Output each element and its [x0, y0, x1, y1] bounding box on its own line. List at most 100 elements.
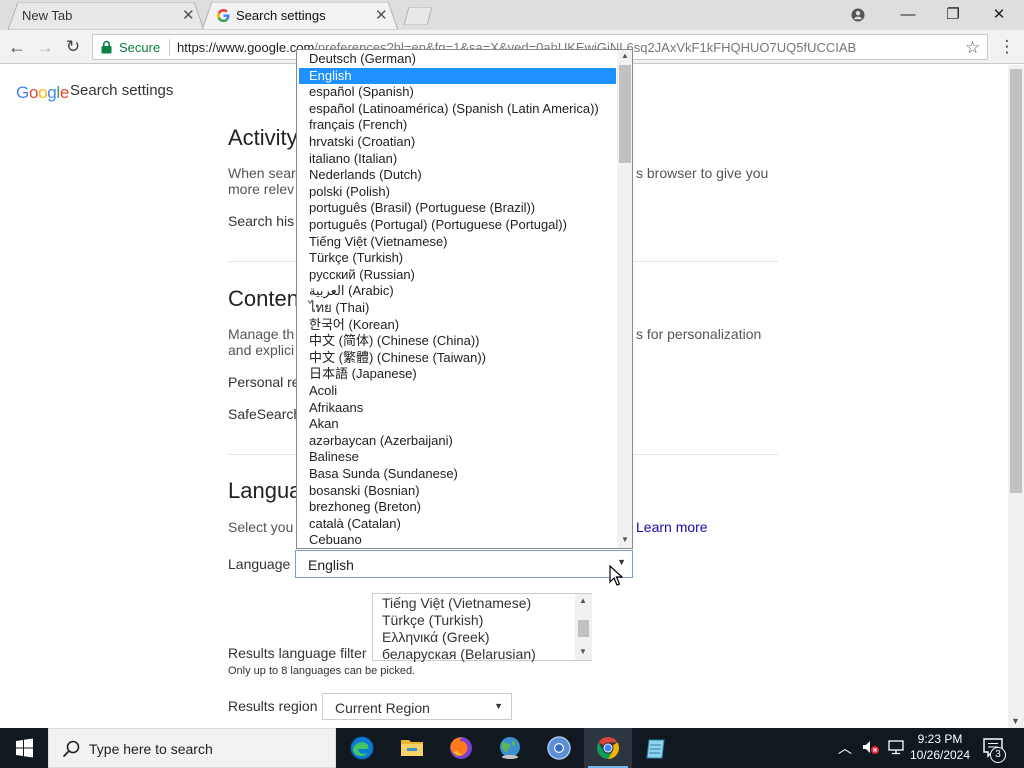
language-label: Language [228, 556, 291, 572]
globe-icon [500, 737, 520, 759]
network-globe-icon[interactable] [486, 728, 534, 768]
scrollbar-thumb[interactable] [1010, 69, 1022, 493]
google-favicon-icon [216, 8, 230, 23]
dropdown-option[interactable]: Balinese [299, 449, 616, 465]
minimize-button[interactable]: — [885, 0, 931, 30]
dropdown-option[interactable]: português (Portugal) (Portuguese (Portug… [299, 217, 616, 233]
scroll-up-icon[interactable]: ▲ [579, 596, 587, 605]
dropdown-option[interactable]: Basa Sunda (Sundanese) [299, 466, 616, 482]
divider [169, 39, 170, 56]
dropdown-option[interactable]: 日本語 (Japanese) [299, 366, 616, 382]
notepad-icon[interactable] [633, 728, 681, 768]
dropdown-option[interactable]: 한국어 (Korean) [299, 317, 616, 333]
firefox-icon[interactable] [437, 728, 485, 768]
list-item[interactable]: Ελληνικά (Greek) [382, 629, 490, 645]
dropdown-option[interactable]: Akan [299, 416, 616, 432]
bookmark-star-icon[interactable]: ☆ [965, 38, 980, 58]
content-description-right: s for personalization [636, 326, 762, 342]
scrollbar-thumb[interactable] [578, 620, 589, 637]
dropdown-option[interactable]: bosanski (Bosnian) [299, 483, 616, 499]
restore-button[interactable]: ❐ [930, 0, 976, 30]
close-tab-icon[interactable]: ✕ [375, 6, 388, 24]
edge-icon[interactable] [338, 728, 386, 768]
lock-icon [101, 40, 112, 54]
dropdown-option[interactable]: Deutsch (German) [299, 51, 616, 67]
show-hidden-icons-chevron-icon[interactable]: ︿ [838, 738, 852, 768]
results-language-filter-list[interactable]: Tiếng Việt (Vietnamese) Türkçe (Turkish)… [372, 593, 592, 662]
activity-description: When sear [228, 165, 296, 181]
scroll-up-icon[interactable]: ▲ [621, 51, 629, 60]
start-button[interactable] [0, 728, 48, 768]
clock-time: 9:23 PM [917, 732, 963, 746]
close-window-button[interactable]: ✕ [976, 0, 1022, 30]
search-history-label[interactable]: Search his [228, 213, 294, 229]
dropdown-option[interactable]: hrvatski (Croatian) [299, 134, 616, 150]
dropdown-option[interactable]: 中文 (简体) (Chinese (China)) [299, 333, 616, 349]
volume-muted-icon[interactable] [860, 737, 880, 757]
google-logo[interactable]: Google [16, 83, 69, 103]
dropdown-option[interactable]: italiano (Italian) [299, 151, 616, 167]
dropdown-option[interactable]: русский (Russian) [299, 267, 616, 283]
list-item[interactable]: Tiếng Việt (Vietnamese) [382, 595, 531, 611]
dropdown-option[interactable]: Afrikaans [299, 400, 616, 416]
dropdown-option[interactable]: brezhoneg (Breton) [299, 499, 616, 515]
folder-icon [401, 740, 423, 756]
dropdown-option[interactable]: Acoli [299, 383, 616, 399]
tab-strip: New Tab ✕ Search settings ✕ — ❐ ✕ [0, 0, 1024, 30]
tab-search-settings[interactable]: Search settings ✕ [202, 2, 398, 30]
edge-icon [350, 736, 374, 760]
scroll-down-icon[interactable]: ▼ [579, 647, 587, 656]
scroll-down-icon[interactable]: ▼ [621, 535, 629, 544]
windows-taskbar: Type here to search ︿ 9:23 PM 10/26/2024… [0, 728, 1024, 768]
reload-button[interactable]: ↻ [62, 36, 84, 58]
network-icon[interactable] [886, 737, 906, 757]
language-dropdown-list[interactable]: ▲ ▼ Deutsch (German) English español (Span… [296, 49, 633, 549]
dropdown-option[interactable]: 中文 (繁體) (Chinese (Taiwan)) [299, 350, 616, 366]
page-scrollbar[interactable]: ▼ [1008, 65, 1024, 728]
logo-letter: o [28, 83, 39, 102]
chrome-menu-icon[interactable]: ⋮ [996, 36, 1018, 58]
learn-more-link[interactable]: Learn more [636, 519, 708, 535]
results-region-select[interactable]: Current Region ▼ [322, 693, 512, 720]
language-select[interactable]: English ▼ [295, 550, 633, 578]
taskbar-search-box[interactable]: Type here to search [48, 728, 336, 768]
region-select-value: Current Region [335, 700, 430, 716]
profile-icon[interactable] [838, 0, 878, 30]
dropdown-option[interactable]: ไทย (Thai) [299, 300, 616, 316]
back-button[interactable]: ← [6, 36, 28, 58]
search-icon [62, 740, 80, 758]
dropdown-scrollbar[interactable]: ▲ ▼ [617, 50, 632, 548]
filter-list-scrollbar[interactable]: ▲ ▼ [575, 594, 592, 660]
new-tab-button[interactable] [400, 7, 436, 25]
dropdown-option[interactable]: Tiếng Việt (Vietnamese) [299, 234, 616, 250]
dropdown-option[interactable]: العربية (Arabic) [299, 283, 616, 299]
list-item[interactable]: беларуская (Belarusian) [382, 646, 536, 662]
dropdown-option[interactable]: Cebuano [299, 532, 616, 548]
dropdown-option[interactable]: català (Catalan) [299, 516, 616, 532]
chevron-down-icon: ▼ [494, 701, 503, 711]
tab-title: Search settings [236, 8, 326, 23]
forward-button[interactable]: → [34, 36, 56, 58]
results-language-filter-label: Results language filter [228, 645, 367, 661]
chromium-icon[interactable] [535, 728, 583, 768]
dropdown-option[interactable]: português (Brasil) (Portuguese (Brazil)) [299, 200, 616, 216]
file-explorer-icon[interactable] [388, 728, 436, 768]
list-item[interactable]: Türkçe (Turkish) [382, 612, 483, 628]
scroll-down-icon[interactable]: ▼ [1011, 716, 1020, 726]
dropdown-option[interactable]: español (Latinoamérica) (Spanish (Latin … [299, 101, 616, 117]
taskbar-clock[interactable]: 9:23 PM 10/26/2024 [906, 731, 974, 763]
safesearch-label[interactable]: SafeSearch [228, 406, 301, 422]
dropdown-option[interactable]: polski (Polish) [299, 184, 616, 200]
dropdown-option[interactable]: azərbaycan (Azerbaijani) [299, 433, 616, 449]
scrollbar-thumb[interactable] [619, 65, 631, 163]
dropdown-option[interactable]: español (Spanish) [299, 84, 616, 100]
notepad-icon [646, 739, 665, 759]
close-tab-icon[interactable]: ✕ [182, 6, 195, 24]
personal-results-label[interactable]: Personal re [228, 374, 300, 390]
dropdown-option[interactable]: Türkçe (Turkish) [299, 250, 616, 266]
dropdown-option[interactable]: Nederlands (Dutch) [299, 167, 616, 183]
dropdown-option[interactable]: français (French) [299, 117, 616, 133]
chrome-icon[interactable] [584, 728, 632, 768]
dropdown-option[interactable]: English [299, 67, 616, 84]
tab-new-tab[interactable]: New Tab ✕ [8, 2, 204, 30]
